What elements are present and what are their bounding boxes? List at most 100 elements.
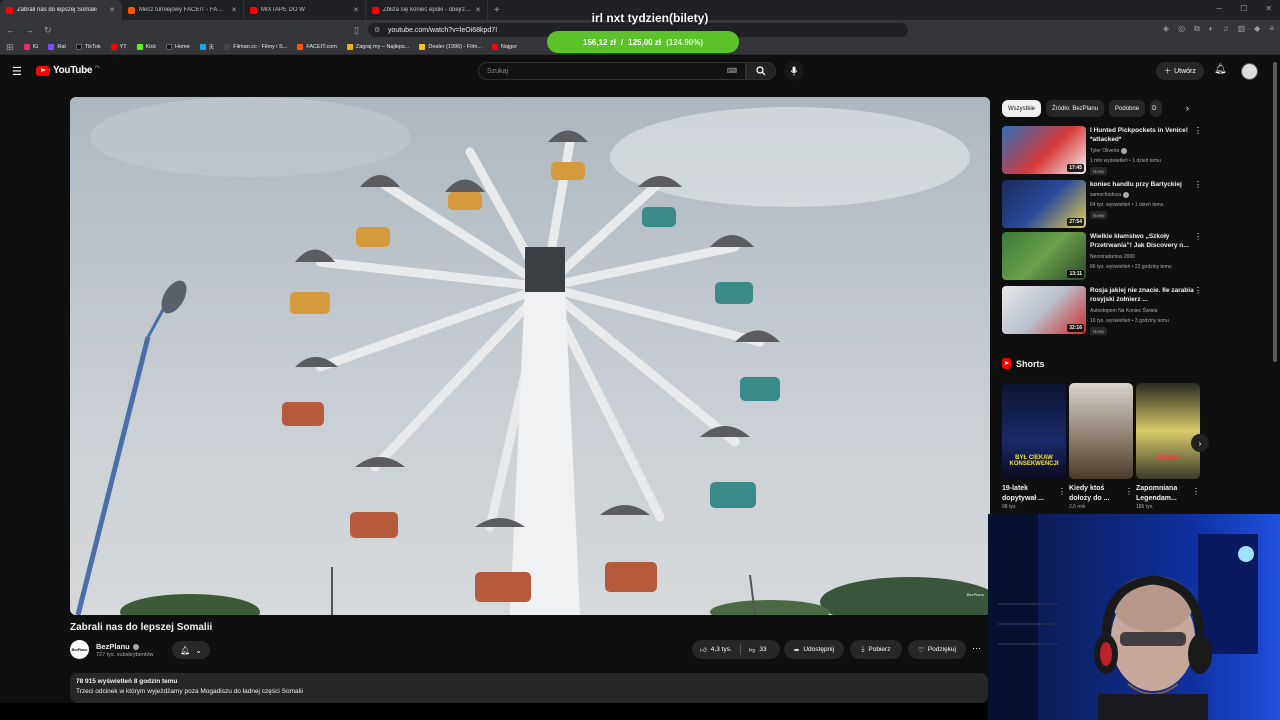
maximize-icon[interactable]: ☐ <box>1240 4 1247 13</box>
short-thumbnail[interactable]: JEDNAK <box>1136 383 1200 479</box>
music-icon[interactable]: ♫ <box>1223 24 1229 34</box>
bookmark-item[interactable]: Najgor <box>491 44 517 50</box>
more-options-icon[interactable]: ⋮ <box>1058 487 1066 496</box>
site-info-icon[interactable]: ⚙ <box>374 26 380 34</box>
close-window-icon[interactable]: ✕ <box>1265 4 1272 13</box>
recommended-channel[interactable]: Autostopem Na Koniec Świata <box>1090 308 1158 314</box>
chip-source[interactable]: Źródło: BezPlanu <box>1046 100 1105 117</box>
search-button[interactable] <box>746 62 776 80</box>
shorts-next-button[interactable]: › <box>1191 434 1209 452</box>
bookmark-item[interactable]: YT <box>110 44 127 50</box>
short-thumbnail[interactable]: BYŁ CIEKAW KONSEKWENCJI <box>1002 383 1066 479</box>
new-tab-button[interactable]: + <box>494 5 500 16</box>
short-item[interactable]: JEDNAK Zapomniana Legendam... 186 tys. ⋮ <box>1136 383 1200 510</box>
chip-all[interactable]: Wszystkie <box>1002 100 1041 117</box>
sidebar-icon[interactable]: ▥ <box>1238 24 1246 34</box>
bookmark-item[interactable]: Dealer (1996) - Film... <box>419 44 482 50</box>
recommended-channel[interactable]: Neostradamus 2000 <box>1090 254 1135 260</box>
bookmark-item[interactable]: FACEIT.com <box>297 44 337 50</box>
recommended-channel[interactable]: samochodoza <box>1090 192 1130 198</box>
bookmark-item[interactable]: Home <box>166 44 190 50</box>
video-player[interactable]: BezPlanu <box>70 97 990 615</box>
short-title[interactable]: 19-latek dopytywał ... <box>1002 484 1058 504</box>
goal-separator: / <box>620 37 624 47</box>
bookmark-item[interactable]: 天 <box>199 43 214 51</box>
bookmark-icon[interactable]: ▯ <box>354 25 359 36</box>
goal-percent: (124.90%) <box>666 37 703 47</box>
close-tab-icon[interactable]: ✕ <box>109 6 115 14</box>
dislike-button[interactable]: 👎︎ 33 <box>741 640 775 659</box>
recommended-channel[interactable]: Tyler Oliveira <box>1090 148 1128 154</box>
more-options-icon[interactable]: ⋮ <box>1194 232 1202 241</box>
bookmark-item[interactable]: Filman.cc - Filmy i S... <box>224 44 287 50</box>
hamburger-menu-icon[interactable]: ☰ <box>12 65 22 78</box>
more-options-icon[interactable]: ⋮ <box>1192 487 1200 496</box>
short-thumbnail[interactable] <box>1069 383 1133 479</box>
more-options-icon[interactable]: ⋮ <box>1194 286 1202 295</box>
more-options-icon[interactable]: ⋮ <box>1194 126 1202 135</box>
channel-avatar[interactable]: BezPlanu <box>70 640 89 659</box>
keyboard-icon[interactable]: ⌨ <box>727 67 737 75</box>
extension-icon[interactable]: ◐ <box>1209 24 1214 34</box>
chevron-right-icon[interactable]: › <box>1186 103 1189 113</box>
close-tab-icon[interactable]: ✕ <box>231 6 237 14</box>
browser-tab[interactable]: Zabrali nas do lepszej Somalii ✕ <box>0 0 122 20</box>
bookmark-item[interactable]: Zagraj.my – Najleps... <box>346 44 409 50</box>
settings-icon[interactable]: ≡ <box>1269 24 1274 34</box>
more-options-icon[interactable]: ⋮ <box>1194 180 1202 189</box>
extension-icon[interactable]: ◆ <box>1254 24 1260 34</box>
recommended-title[interactable]: I Hunted Pickpockets in Venice! *attacke… <box>1090 126 1198 144</box>
user-avatar[interactable] <box>1241 63 1258 80</box>
like-button[interactable]: 👍︎ 4,3 tys. <box>692 640 740 659</box>
recommended-video[interactable]: 32:16 Rosja jakiej nie znacie. Ile zarab… <box>1002 286 1202 335</box>
browser-tab[interactable]: MIXTAPE DO W ✕ <box>244 0 366 20</box>
recommended-title[interactable]: koniec handlu przy Bartyckiej <box>1090 180 1198 189</box>
short-title[interactable]: Kiedy ktoś dołoży do ... <box>1069 484 1125 504</box>
chip-related[interactable]: Podobne <box>1109 100 1146 117</box>
search-input[interactable]: Szukaj ⌨ <box>478 62 746 80</box>
stream-goal-progress: 156,12 zł / 125,00 zł (124.90%) <box>547 31 739 53</box>
recommended-title[interactable]: Rosja jakiej nie znacie. Ile zarabia ros… <box>1090 286 1198 304</box>
video-thumbnail[interactable]: 32:16 <box>1002 286 1086 334</box>
notifications-bell-icon[interactable]: 🔔︎ <box>1214 64 1227 75</box>
download-button[interactable]: ⤓ Pobierz <box>850 640 902 659</box>
bookmark-item[interactable]: Kick <box>136 44 156 50</box>
recommended-video[interactable]: 13:11 Wielkie kłamstwo „Szkoły Przetrwan… <box>1002 232 1202 280</box>
short-item[interactable]: BYŁ CIEKAW KONSEKWENCJI 19-latek dopytyw… <box>1002 383 1066 510</box>
video-thumbnail[interactable]: 27:54 <box>1002 180 1086 228</box>
channel-name[interactable]: BezPlanu <box>96 642 139 651</box>
recommended-video[interactable]: 27:54 koniec handlu przy Bartyckiej samo… <box>1002 180 1202 228</box>
more-actions-icon[interactable]: ⋯ <box>972 643 981 654</box>
reload-icon[interactable]: ↻ <box>44 25 52 36</box>
share-button[interactable]: ➦ Udostępnij <box>784 640 844 659</box>
youtube-logo[interactable]: YouTube PL <box>36 64 100 76</box>
back-icon[interactable]: ← <box>6 25 15 35</box>
bookmark-item[interactable]: Rat <box>48 44 66 50</box>
chip-more[interactable]: D <box>1150 100 1163 117</box>
bookmark-item[interactable]: TikTok <box>75 44 101 50</box>
video-thumbnail[interactable]: 17:45 <box>1002 126 1086 174</box>
create-button[interactable]: ＋ Utwórz <box>1156 62 1204 80</box>
extension-icon[interactable]: ◎ <box>1178 24 1185 34</box>
recommended-video[interactable]: 17:45 I Hunted Pickpockets in Venice! *a… <box>1002 126 1202 175</box>
scrollbar-thumb[interactable] <box>1273 62 1277 362</box>
recommended-title[interactable]: Wielkie kłamstwo „Szkoły Przetrwania”! J… <box>1090 232 1198 250</box>
extension-icon[interactable]: ◈ <box>1163 24 1169 34</box>
browser-tab[interactable]: Mecz turniejowy FACEIT - FACEIT ✕ <box>122 0 244 20</box>
more-options-icon[interactable]: ⋮ <box>1125 487 1133 496</box>
bookmark-item[interactable]: IG <box>23 44 38 50</box>
thanks-button[interactable]: ♡ Podziękuj <box>908 640 966 659</box>
video-thumbnail[interactable]: 13:11 <box>1002 232 1086 280</box>
voice-search-button[interactable] <box>784 61 804 81</box>
description-box[interactable]: 78 915 wyświetleń 8 godzin temu Trzeci o… <box>70 673 988 703</box>
forward-icon[interactable]: → <box>25 25 34 35</box>
apps-grid-icon[interactable]: ⊞ <box>6 42 14 53</box>
minimize-icon[interactable]: ─ <box>1216 4 1222 13</box>
short-title[interactable]: Zapomniana Legendam... <box>1136 484 1192 504</box>
close-tab-icon[interactable]: ✕ <box>475 6 481 14</box>
subscription-bell-button[interactable]: 🔔︎ ⌄ <box>172 641 210 659</box>
browser-tab[interactable]: Zbliża się koniec epoki - obejrzyj, by ✕ <box>366 0 488 20</box>
close-tab-icon[interactable]: ✕ <box>353 6 359 14</box>
extension-icon[interactable]: ⧉ <box>1194 24 1200 34</box>
short-item[interactable]: Kiedy ktoś dołoży do ... 2,6 mln ⋮ <box>1069 383 1133 510</box>
